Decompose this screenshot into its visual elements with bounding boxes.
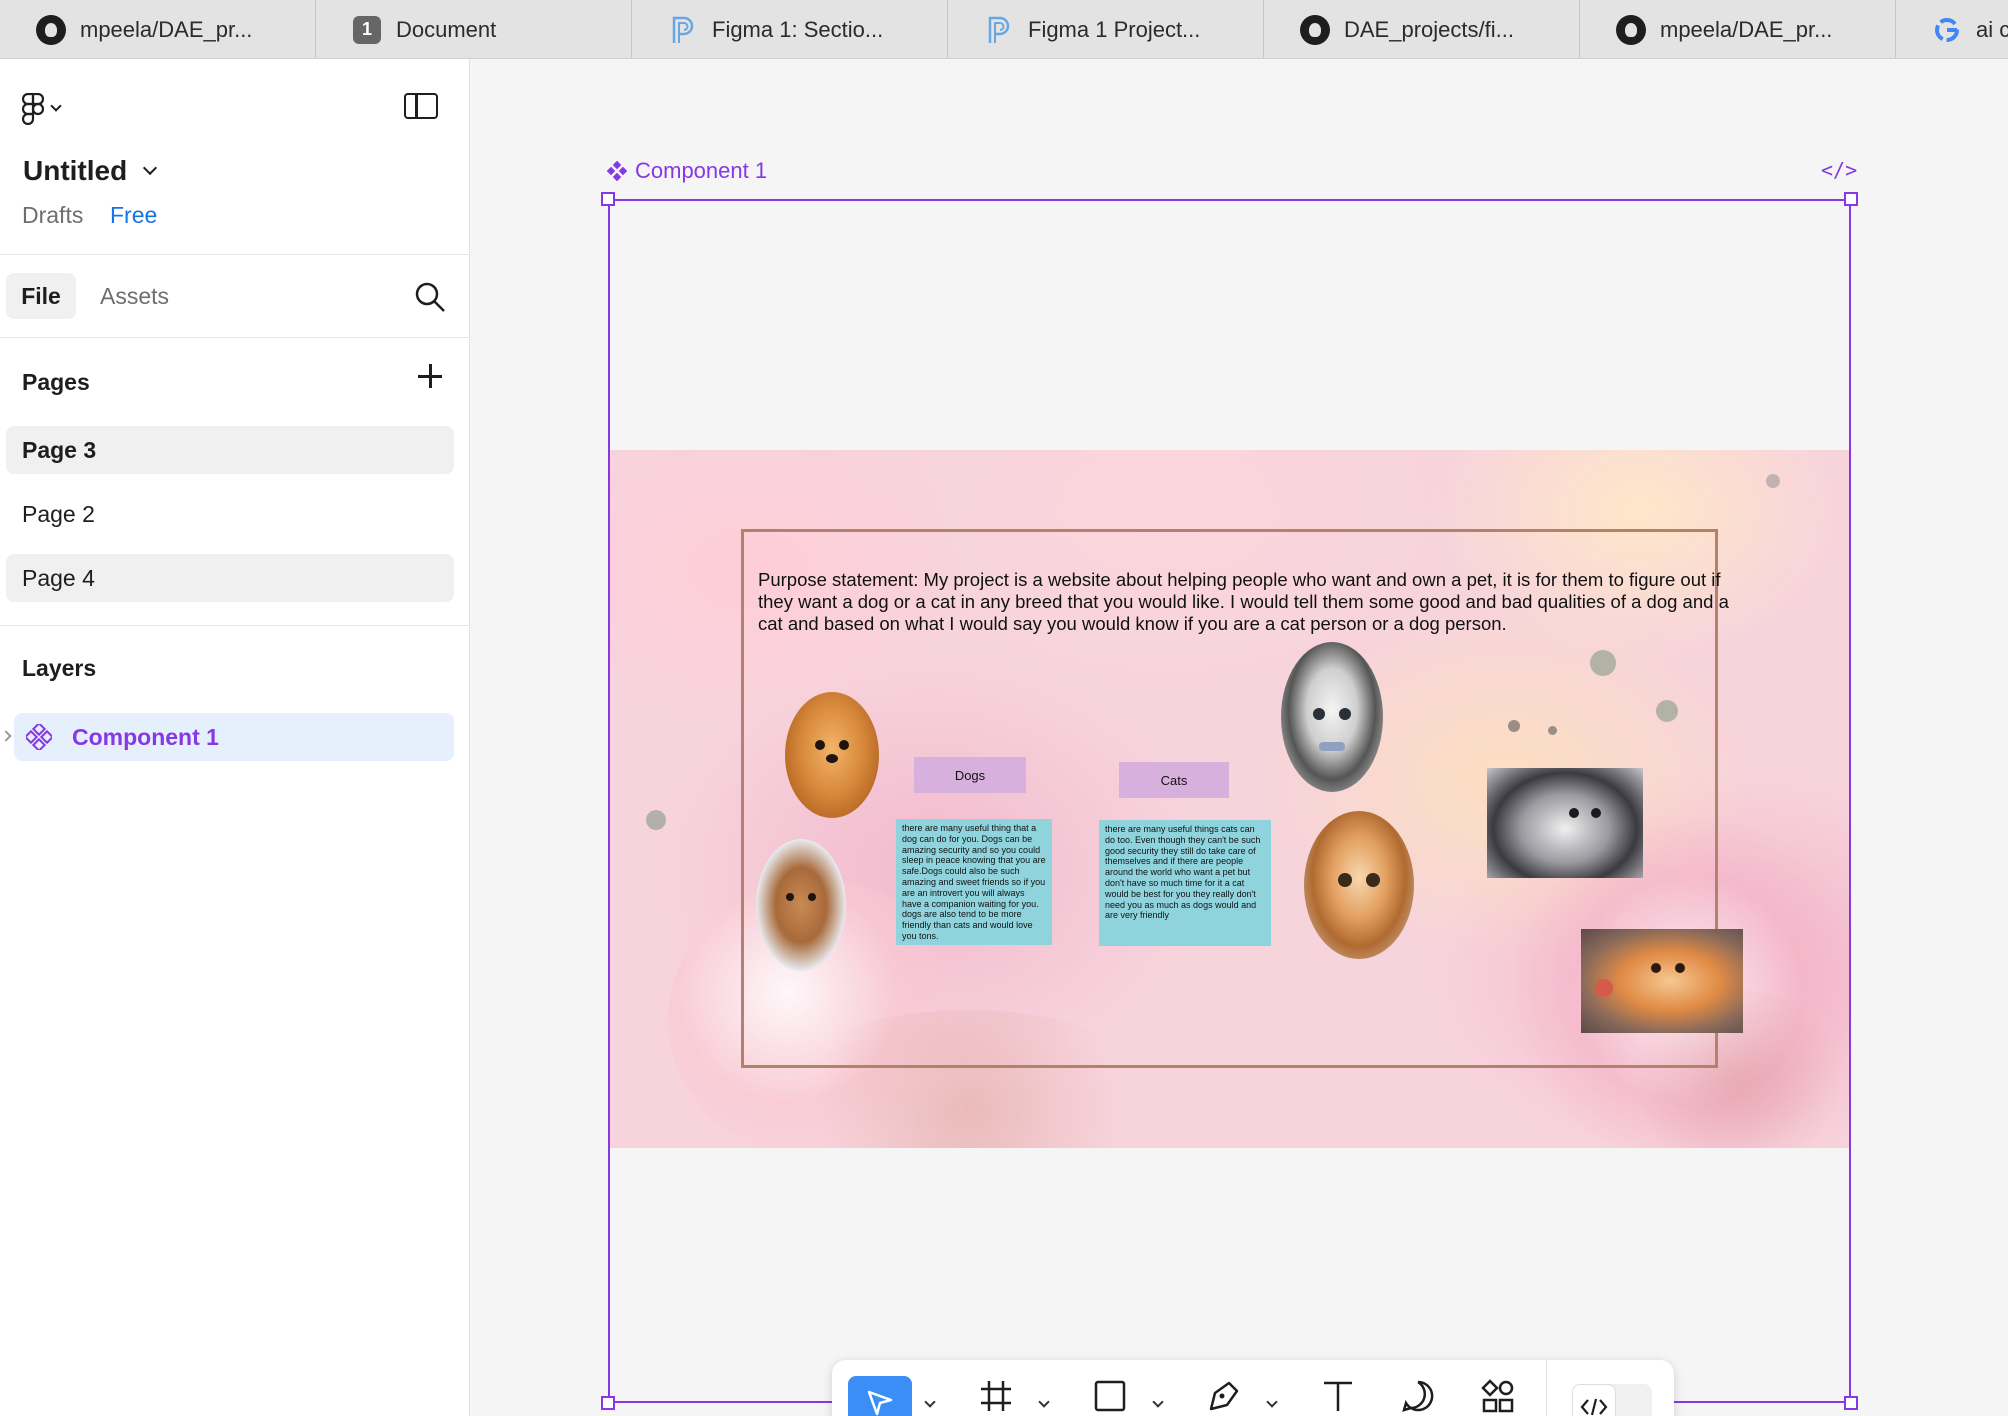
tab-title: Figma 1: Sectio... bbox=[712, 16, 884, 42]
comment-icon bbox=[1402, 1380, 1434, 1412]
tab-title: mpeela/DAE_pr... bbox=[1660, 16, 1833, 42]
cursor-icon bbox=[867, 1390, 893, 1416]
panel-tabs: File Assets bbox=[0, 256, 470, 338]
pen-icon bbox=[1209, 1381, 1239, 1411]
component-icon bbox=[26, 724, 52, 750]
file-title-button[interactable]: Untitled bbox=[23, 155, 158, 187]
tab-title: mpeela/DAE_pr... bbox=[80, 16, 253, 42]
github-icon bbox=[1616, 14, 1646, 45]
browser-tab[interactable]: Figma 1: Sectio... bbox=[632, 0, 948, 58]
toggle-sidebar-icon[interactable] bbox=[404, 93, 438, 119]
github-icon bbox=[1300, 14, 1330, 45]
page-item[interactable]: Page 3 bbox=[6, 426, 454, 474]
tab-title: ai c bbox=[1976, 16, 2008, 42]
shapes-icon bbox=[1481, 1379, 1514, 1413]
drafts-link[interactable]: Drafts bbox=[22, 202, 83, 229]
actions-tool[interactable] bbox=[1478, 1376, 1518, 1416]
tab-title: Figma 1 Project... bbox=[1028, 16, 1201, 42]
chevron-down-icon bbox=[143, 160, 158, 176]
divider bbox=[0, 625, 470, 626]
expand-caret-icon[interactable] bbox=[0, 730, 12, 742]
browser-tab[interactable]: mpeela/DAE_pr... bbox=[0, 0, 316, 58]
chevron-down-icon[interactable] bbox=[924, 1396, 936, 1408]
resize-handle[interactable] bbox=[1844, 192, 1858, 206]
chevron-down-icon[interactable] bbox=[1152, 1396, 1164, 1408]
plan-badge[interactable]: Free bbox=[110, 202, 157, 229]
left-panel: Untitled Drafts Free File Assets Pages P… bbox=[0, 59, 470, 1416]
text-tool[interactable] bbox=[1318, 1376, 1358, 1416]
code-icon bbox=[1572, 1384, 1616, 1416]
resize-handle[interactable] bbox=[1844, 1396, 1858, 1410]
layer-item[interactable]: Component 1 bbox=[14, 713, 454, 761]
pages-header: Pages bbox=[22, 369, 90, 395]
frame-tool[interactable] bbox=[976, 1376, 1016, 1416]
browser-tab[interactable]: 1 Document bbox=[316, 0, 632, 58]
google-icon bbox=[1932, 15, 1962, 45]
tab-title: DAE_projects/fi... bbox=[1344, 16, 1514, 42]
layer-label: Component 1 bbox=[72, 723, 219, 750]
p-logo-icon bbox=[668, 15, 698, 45]
tab-title: Document bbox=[396, 16, 497, 42]
p-logo-icon bbox=[984, 15, 1014, 45]
page-item[interactable]: Page 4 bbox=[6, 554, 454, 602]
browser-tab[interactable]: DAE_projects/fi... bbox=[1264, 0, 1580, 58]
resize-handle[interactable] bbox=[601, 192, 615, 206]
chevron-down-icon[interactable] bbox=[1038, 1396, 1050, 1408]
file-header: Untitled Drafts Free bbox=[0, 59, 470, 255]
browser-tab[interactable]: mpeela/DAE_pr... bbox=[1580, 0, 1896, 58]
comment-tool[interactable] bbox=[1398, 1376, 1438, 1416]
browser-tab[interactable]: Figma 1 Project... bbox=[948, 0, 1264, 58]
frame-name: Component 1 bbox=[635, 158, 768, 183]
rectangle-tool[interactable] bbox=[1090, 1376, 1130, 1416]
add-page-icon[interactable] bbox=[416, 362, 444, 390]
tab-file[interactable]: File bbox=[6, 273, 76, 319]
bottom-toolbar bbox=[832, 1360, 1674, 1416]
text-icon bbox=[1324, 1381, 1352, 1411]
move-tool[interactable] bbox=[848, 1376, 912, 1416]
github-icon bbox=[36, 14, 66, 45]
file-name: Untitled bbox=[23, 155, 128, 186]
search-icon[interactable] bbox=[414, 281, 446, 313]
frame-icon bbox=[981, 1381, 1011, 1411]
browser-tab-bar: mpeela/DAE_pr... 1 Document Figma 1: Sec… bbox=[0, 0, 2008, 59]
dev-mode-toggle[interactable] bbox=[1572, 1384, 1652, 1416]
toolbar-divider bbox=[1546, 1360, 1547, 1416]
canvas[interactable]: Component 1 </> Purpose statement: My pr… bbox=[471, 59, 2008, 1416]
selection-outline bbox=[608, 199, 1851, 1403]
pen-tool[interactable] bbox=[1204, 1376, 1244, 1416]
layers-header: Layers bbox=[22, 655, 97, 681]
browser-tab[interactable]: ai c bbox=[1896, 0, 2008, 58]
chevron-down-icon bbox=[50, 100, 62, 112]
resize-handle[interactable] bbox=[601, 1396, 615, 1410]
tab-assets[interactable]: Assets bbox=[100, 283, 169, 310]
chevron-down-icon[interactable] bbox=[1266, 1396, 1278, 1408]
page-item[interactable]: Page 2 bbox=[6, 490, 454, 538]
rectangle-icon bbox=[1094, 1380, 1126, 1412]
badge-1-icon: 1 bbox=[352, 15, 382, 45]
component-icon bbox=[607, 161, 627, 181]
frame-label[interactable]: Component 1 bbox=[607, 158, 767, 184]
figma-logo-icon bbox=[22, 93, 44, 125]
main-menu-button[interactable] bbox=[22, 89, 82, 129]
code-icon[interactable]: </> bbox=[1821, 158, 1857, 182]
